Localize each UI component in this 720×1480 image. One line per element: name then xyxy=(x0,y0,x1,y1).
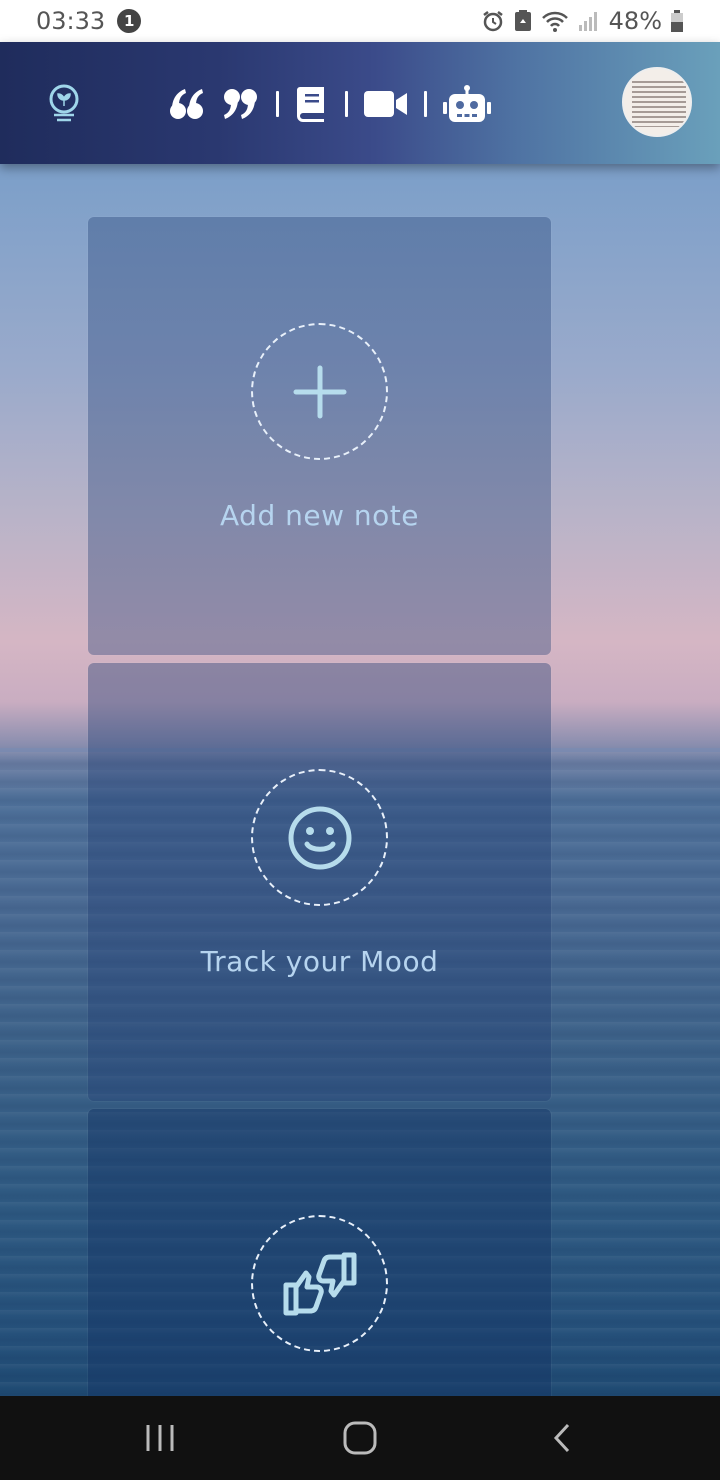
avatar-image xyxy=(632,81,686,127)
thumbs-up-down-icon xyxy=(283,1252,356,1315)
avatar[interactable] xyxy=(622,67,692,137)
recycle-icon xyxy=(514,10,531,31)
status-bar: 03:33 1 48% xyxy=(0,0,720,42)
wifi-icon xyxy=(541,11,568,32)
track-mood-card[interactable]: Track your Mood xyxy=(88,663,551,1101)
quotes-button[interactable] xyxy=(168,87,260,121)
header-nav xyxy=(168,80,491,128)
recent-apps-icon xyxy=(146,1425,174,1451)
back-icon xyxy=(553,1423,570,1453)
book-icon xyxy=(297,87,324,122)
add-note-circle[interactable] xyxy=(251,323,388,460)
app-header xyxy=(0,42,720,164)
smiley-icon xyxy=(288,806,351,869)
plus-icon xyxy=(293,365,346,418)
track-mood-label: Track your Mood xyxy=(200,945,439,978)
video-icon xyxy=(364,91,407,117)
quote-icon xyxy=(170,89,257,119)
back-button[interactable] xyxy=(542,1418,582,1458)
separator xyxy=(276,91,279,117)
system-nav-bar xyxy=(0,1396,720,1480)
chatbot-button[interactable] xyxy=(443,85,491,123)
home-icon xyxy=(343,1421,377,1455)
signal-icon xyxy=(578,12,597,31)
video-button[interactable] xyxy=(364,89,408,119)
feedback-circle[interactable] xyxy=(251,1215,388,1352)
logo-icon[interactable] xyxy=(44,82,84,126)
status-time: 03:33 xyxy=(36,7,106,35)
track-mood-circle[interactable] xyxy=(251,769,388,906)
home-button[interactable] xyxy=(340,1418,380,1458)
separator xyxy=(424,91,427,117)
battery-icon xyxy=(671,10,683,32)
journal-button[interactable] xyxy=(295,85,329,123)
feedback-card[interactable] xyxy=(88,1109,551,1409)
recent-apps-button[interactable] xyxy=(140,1418,180,1458)
battery-percent: 48% xyxy=(608,7,662,35)
add-note-card[interactable]: Add new note xyxy=(88,217,551,655)
add-note-label: Add new note xyxy=(220,499,419,532)
status-icons: 48% xyxy=(481,7,684,35)
notification-count-badge: 1 xyxy=(117,9,142,33)
alarm-icon xyxy=(482,11,503,32)
separator xyxy=(345,91,348,117)
robot-icon xyxy=(443,85,491,122)
